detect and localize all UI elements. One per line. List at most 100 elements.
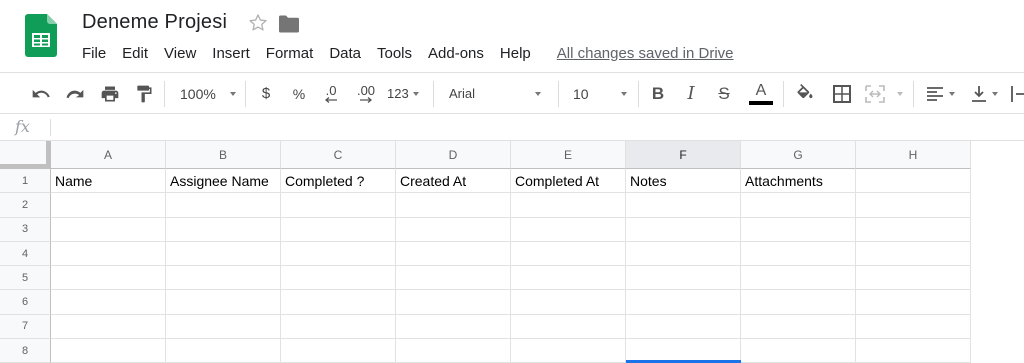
formula-input[interactable]	[52, 114, 1012, 140]
menu-edit[interactable]: Edit	[122, 45, 148, 62]
column-header-f[interactable]: F	[626, 141, 741, 169]
cell-b7[interactable]	[166, 314, 281, 340]
merge-cells-icon[interactable]	[863, 73, 887, 114]
cell-f5[interactable]	[626, 266, 741, 291]
cell-b4[interactable]	[166, 241, 281, 267]
column-header-c[interactable]: C	[281, 141, 396, 169]
column-header-a[interactable]: A	[51, 141, 166, 169]
column-header-b[interactable]: B	[166, 141, 281, 169]
cell-e5[interactable]	[511, 266, 626, 291]
cell-b8[interactable]	[166, 339, 281, 363]
cell-d6[interactable]	[396, 290, 511, 315]
cell-f3[interactable]	[626, 217, 741, 242]
paint-format-icon[interactable]	[131, 73, 157, 114]
cell-a7[interactable]	[51, 314, 166, 340]
cell-g3[interactable]	[741, 217, 856, 242]
select-all-corner[interactable]	[0, 141, 51, 169]
cell-c8[interactable]	[281, 339, 396, 363]
row-header-8[interactable]: 8	[0, 339, 51, 363]
column-header-d[interactable]: D	[396, 141, 511, 169]
cell-g2[interactable]	[741, 193, 856, 218]
cell-c7[interactable]	[281, 314, 396, 340]
more-formats-select[interactable]: 123	[387, 73, 419, 114]
sheets-logo-icon[interactable]	[25, 14, 57, 57]
text-color-button[interactable]: A	[747, 73, 775, 114]
menu-insert[interactable]: Insert	[212, 45, 250, 62]
menu-data[interactable]: Data	[329, 45, 361, 62]
bold-button[interactable]: B	[648, 73, 668, 114]
cell-h2[interactable]	[856, 193, 971, 218]
row-header-7[interactable]: 7	[0, 314, 51, 340]
cell-a4[interactable]	[51, 241, 166, 267]
cell-h5[interactable]	[856, 266, 971, 291]
vertical-align-select[interactable]	[966, 73, 1002, 114]
cell-b3[interactable]	[166, 217, 281, 242]
strikethrough-button[interactable]: S	[714, 73, 734, 114]
star-outline-icon[interactable]	[247, 12, 269, 34]
cell-a8[interactable]	[51, 339, 166, 363]
cell-g5[interactable]	[741, 266, 856, 291]
font-size-select[interactable]: 10	[573, 73, 629, 114]
cell-f1[interactable]: Notes	[626, 169, 741, 194]
font-family-select[interactable]: Arial	[449, 73, 545, 114]
menu-view[interactable]: View	[164, 45, 196, 62]
cell-d3[interactable]	[396, 217, 511, 242]
cell-e6[interactable]	[511, 290, 626, 315]
italic-button[interactable]: I	[681, 73, 701, 114]
column-header-e[interactable]: E	[511, 141, 626, 169]
cell-c1[interactable]: Completed ?	[281, 169, 396, 194]
cell-g7[interactable]	[741, 314, 856, 340]
cell-h4[interactable]	[856, 241, 971, 267]
column-header-h[interactable]: H	[856, 141, 971, 169]
cell-e7[interactable]	[511, 314, 626, 340]
cell-d5[interactable]	[396, 266, 511, 291]
cell-g1[interactable]: Attachments	[741, 169, 856, 194]
borders-icon[interactable]	[830, 73, 854, 114]
cell-e4[interactable]	[511, 241, 626, 267]
increase-decimal-button[interactable]: .00	[352, 73, 380, 114]
menu-file[interactable]: File	[82, 45, 106, 62]
cell-a3[interactable]	[51, 217, 166, 242]
print-icon[interactable]	[97, 73, 123, 114]
percent-format-button[interactable]: %	[289, 73, 309, 114]
cell-d1[interactable]: Created At	[396, 169, 511, 194]
cell-d8[interactable]	[396, 339, 511, 363]
cell-e3[interactable]	[511, 217, 626, 242]
document-title[interactable]: Deneme Projesi	[82, 11, 227, 34]
cell-h7[interactable]	[856, 314, 971, 340]
menu-help[interactable]: Help	[500, 45, 531, 62]
cell-f6[interactable]	[626, 290, 741, 315]
row-header-3[interactable]: 3	[0, 217, 51, 242]
cell-b2[interactable]	[166, 193, 281, 218]
cell-f4[interactable]	[626, 241, 741, 267]
cell-c5[interactable]	[281, 266, 396, 291]
cell-h3[interactable]	[856, 217, 971, 242]
cell-d7[interactable]	[396, 314, 511, 340]
save-status-link[interactable]: All changes saved in Drive	[557, 45, 734, 62]
currency-format-button[interactable]: $	[256, 73, 276, 114]
cell-g8[interactable]	[741, 339, 856, 363]
menu-tools[interactable]: Tools	[377, 45, 412, 62]
row-header-6[interactable]: 6	[0, 290, 51, 315]
cell-a5[interactable]	[51, 266, 166, 291]
merge-options-dropdown[interactable]	[894, 73, 906, 114]
cell-h6[interactable]	[856, 290, 971, 315]
horizontal-align-select[interactable]	[922, 73, 958, 114]
redo-icon[interactable]	[62, 73, 88, 114]
row-header-5[interactable]: 5	[0, 266, 51, 291]
cell-f2[interactable]	[626, 193, 741, 218]
cell-d4[interactable]	[396, 241, 511, 267]
row-header-1[interactable]: 1	[0, 169, 51, 194]
decrease-decimal-button[interactable]: .0	[318, 73, 344, 114]
cell-c2[interactable]	[281, 193, 396, 218]
cell-e1[interactable]: Completed At	[511, 169, 626, 194]
cell-c4[interactable]	[281, 241, 396, 267]
cell-b1[interactable]: Assignee Name	[166, 169, 281, 194]
cell-a6[interactable]	[51, 290, 166, 315]
cell-g4[interactable]	[741, 241, 856, 267]
cell-e8[interactable]	[511, 339, 626, 363]
cell-g6[interactable]	[741, 290, 856, 315]
row-header-4[interactable]: 4	[0, 241, 51, 267]
cell-d2[interactable]	[396, 193, 511, 218]
undo-icon[interactable]	[28, 73, 54, 114]
